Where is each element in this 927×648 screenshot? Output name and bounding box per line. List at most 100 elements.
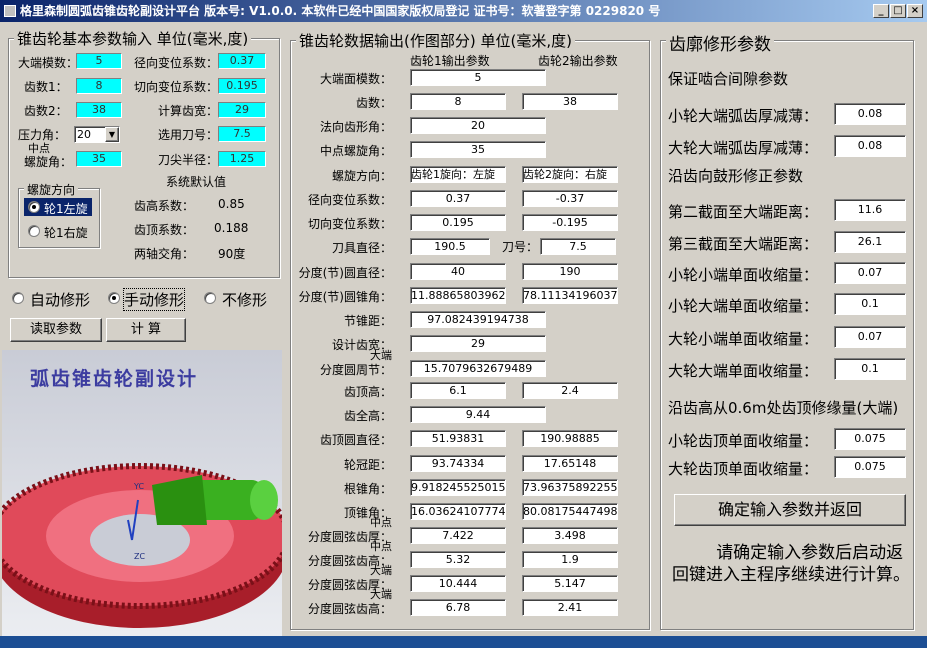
output-row-label-prefix: 大端 [370, 588, 392, 601]
minimize-button[interactable]: _ [873, 4, 889, 18]
output-row-label: 齿顶圆直径： [319, 433, 392, 447]
modification-label: 大轮大端单面收缩量： [668, 362, 819, 380]
teeth2-input[interactable]: 38 [76, 102, 122, 118]
modification-input[interactable]: 0.08 [834, 103, 906, 125]
output-row-label: 螺旋方向： [331, 169, 392, 183]
output-row-label: 切向变位系数： [307, 217, 392, 231]
modification-input[interactable]: 0.1 [834, 358, 906, 380]
output-row-label: 轮冠距： [343, 458, 392, 472]
gear-drawing [2, 463, 282, 628]
basic-params-title: 锥齿轮基本参数输入 单位(毫米,度) [14, 28, 252, 49]
teeth2-label: 齿数2： [24, 104, 68, 118]
gear1-output-field: 5 [410, 69, 546, 86]
gear1-output-field: 齿轮1旋向：左旋 [410, 166, 506, 183]
output-row-label: 齿顶高： [343, 385, 392, 399]
gear1-output-field: 15.7079632679489 [410, 360, 546, 377]
gear2-output-field: 7.5 [540, 238, 616, 255]
calculate-button[interactable]: 计 算 [106, 318, 186, 342]
tangent-shift-input[interactable]: 0.195 [218, 78, 266, 94]
gear2-output-field: -0.37 [522, 190, 618, 207]
chevron-down-icon[interactable]: ▼ [105, 127, 119, 142]
output-row-label: 分度圆弦齿高： [307, 602, 392, 616]
modification-label: 小轮小端单面收缩量： [668, 266, 819, 284]
tip-radius-label: 刀尖半径： [158, 153, 219, 167]
pressure-angle-value: 20 [77, 128, 91, 141]
maximize-button[interactable]: □ [890, 4, 906, 18]
modification-label: 第三截面至大端距离： [668, 235, 819, 253]
gear2-output-field: 17.65148 [522, 455, 618, 472]
output-row-label: 中点螺旋角： [319, 144, 392, 158]
output-row-label: 分度圆周节： [319, 363, 392, 377]
helix-direction-title: 螺旋方向 [24, 181, 79, 198]
modification-input[interactable]: 0.1 [834, 293, 906, 315]
output-title: 锥齿轮数据输出(作图部分) 单位(毫米,度) [296, 30, 575, 51]
modification-input[interactable]: 0.075 [834, 428, 906, 450]
tip-radius-input[interactable]: 1.25 [218, 151, 266, 167]
output-row-label: 根锥角： [343, 482, 392, 496]
modification-label: 大轮大端弧齿厚减薄： [668, 139, 819, 157]
helix-input[interactable]: 35 [76, 151, 122, 167]
gear1-output-field: 16.036241077744 [410, 503, 506, 520]
close-button[interactable]: × [907, 4, 923, 18]
taskbar [0, 636, 927, 648]
output-row-label: 法向齿形角： [319, 120, 392, 134]
output-row-label: 大端面模数： [319, 72, 392, 86]
gear2-output-field: 38 [522, 93, 618, 110]
radial-shift-input[interactable]: 0.37 [218, 53, 266, 69]
pressure-angle-select[interactable]: 20 ▼ [74, 126, 120, 143]
dir-right-label: 轮1右旋 [44, 226, 88, 240]
clearance-value: 0.188 [214, 221, 249, 235]
section-backlash: 保证啮合间隙参数 [668, 70, 789, 88]
modification-title: 齿廓修形参数 [666, 30, 774, 55]
gear1-output-field: 20 [410, 117, 546, 134]
cutter-input[interactable]: 7.5 [218, 126, 266, 142]
mod-none-label: 不修形 [222, 291, 268, 309]
big-module-input[interactable]: 5 [76, 53, 122, 69]
dir-left-label: 轮1左旋 [44, 202, 88, 216]
output-row-label: 齿数： [355, 96, 392, 110]
gear1-output-field: 6.78 [410, 599, 506, 616]
mod-none-radio[interactable] [204, 292, 216, 304]
modification-label: 小轮大端弧齿厚减薄： [668, 107, 819, 125]
confirm-return-button[interactable]: 确定输入参数并返回 [674, 494, 906, 526]
gear1-output-field: 0.37 [410, 190, 506, 207]
dir-left-radio[interactable] [28, 201, 40, 213]
gear1-output-field: 190.5 [410, 238, 490, 255]
gear2-output-field: -0.195 [522, 214, 618, 231]
system-default-label: 系统默认值 [166, 175, 227, 189]
gear1-output-field: 10.444 [410, 575, 506, 592]
gear2-output-field: 190.98885 [522, 430, 618, 447]
section-tip-relief: 沿齿高从0.6m处齿顶修缘量(大端) [668, 399, 899, 417]
output-row-label: 径向变位系数： [307, 193, 392, 207]
gear1-output-field: 7.422 [410, 527, 506, 544]
cutter-no-label: 刀号： [502, 240, 539, 254]
gear2-output-field: 78.111341960372 [522, 287, 618, 304]
gear1-output-field: 9.44 [410, 406, 546, 423]
modification-input[interactable]: 11.6 [834, 199, 906, 221]
mod-manual-radio[interactable] [108, 292, 120, 304]
gear2-output-field: 5.147 [522, 575, 618, 592]
window-title: 格里森制圆弧齿锥齿轮副设计平台 版本号: V1.0.0. 本软件已经中国国家版权… [20, 4, 661, 18]
modification-input[interactable]: 0.08 [834, 135, 906, 157]
dir-right-radio[interactable] [28, 225, 40, 237]
cutter-label: 选用刀号： [158, 128, 219, 142]
teeth1-input[interactable]: 8 [76, 78, 122, 94]
output-row-label-prefix: 中点 [370, 540, 392, 553]
mod-auto-radio[interactable] [12, 292, 24, 304]
teeth1-label: 齿数1： [24, 80, 68, 94]
tangent-shift-label: 切向变位系数： [134, 80, 219, 94]
axis-yc-label: YC [134, 482, 145, 491]
gear2-output-field: 190 [522, 263, 618, 280]
modification-input[interactable]: 0.075 [834, 456, 906, 478]
mod-auto-label: 自动修形 [30, 291, 91, 309]
gear2-output-field: 齿轮2旋向：右旋 [522, 166, 618, 183]
modification-input[interactable]: 0.07 [834, 262, 906, 284]
gear2-header: 齿轮2输出参数 [538, 54, 618, 68]
gear1-header: 齿轮1输出参数 [410, 54, 490, 68]
helix-label-2: 螺旋角： [24, 155, 73, 169]
calc-width-input[interactable]: 29 [218, 102, 266, 118]
read-params-button[interactable]: 读取参数 [10, 318, 102, 342]
gear2-output-field: 2.4 [522, 382, 618, 399]
modification-input[interactable]: 26.1 [834, 231, 906, 253]
modification-input[interactable]: 0.07 [834, 326, 906, 348]
